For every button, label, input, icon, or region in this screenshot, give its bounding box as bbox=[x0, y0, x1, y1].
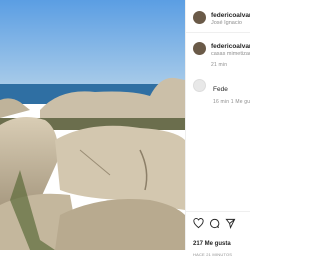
comment-username[interactable]: Fede bbox=[213, 86, 250, 93]
divider bbox=[186, 211, 250, 212]
avatar[interactable] bbox=[193, 42, 206, 55]
comment-meta: 21 min bbox=[211, 62, 228, 68]
comment-2: federicoalvarez casas mimetizadas... 21 … bbox=[211, 43, 250, 68]
avatar[interactable] bbox=[193, 79, 206, 92]
post-time: HACE 21 MINUTOS bbox=[193, 252, 233, 257]
comment-text: José Ignacio bbox=[211, 20, 242, 26]
comment-1: federicoalvarez José Ignacio bbox=[211, 12, 250, 26]
share-icon[interactable] bbox=[225, 218, 236, 229]
comment-meta: 16 min 1 Me gusta bbox=[213, 99, 250, 105]
coastline-image bbox=[0, 0, 185, 250]
avatar[interactable] bbox=[193, 11, 206, 24]
comment-icon[interactable] bbox=[209, 218, 220, 229]
heart-icon[interactable] bbox=[193, 218, 204, 229]
divider bbox=[186, 32, 250, 33]
post-photo[interactable] bbox=[0, 0, 185, 250]
comments-panel: federicoalvarez José Ignacio federicoalv… bbox=[185, 0, 250, 257]
comment-username[interactable]: federicoalvarez bbox=[211, 12, 250, 19]
comment-3: Fede 16 min 1 Me gusta bbox=[213, 86, 250, 105]
comment-username[interactable]: federicoalvarez bbox=[211, 43, 250, 50]
comment-text: casas mimetizadas... bbox=[211, 51, 250, 57]
